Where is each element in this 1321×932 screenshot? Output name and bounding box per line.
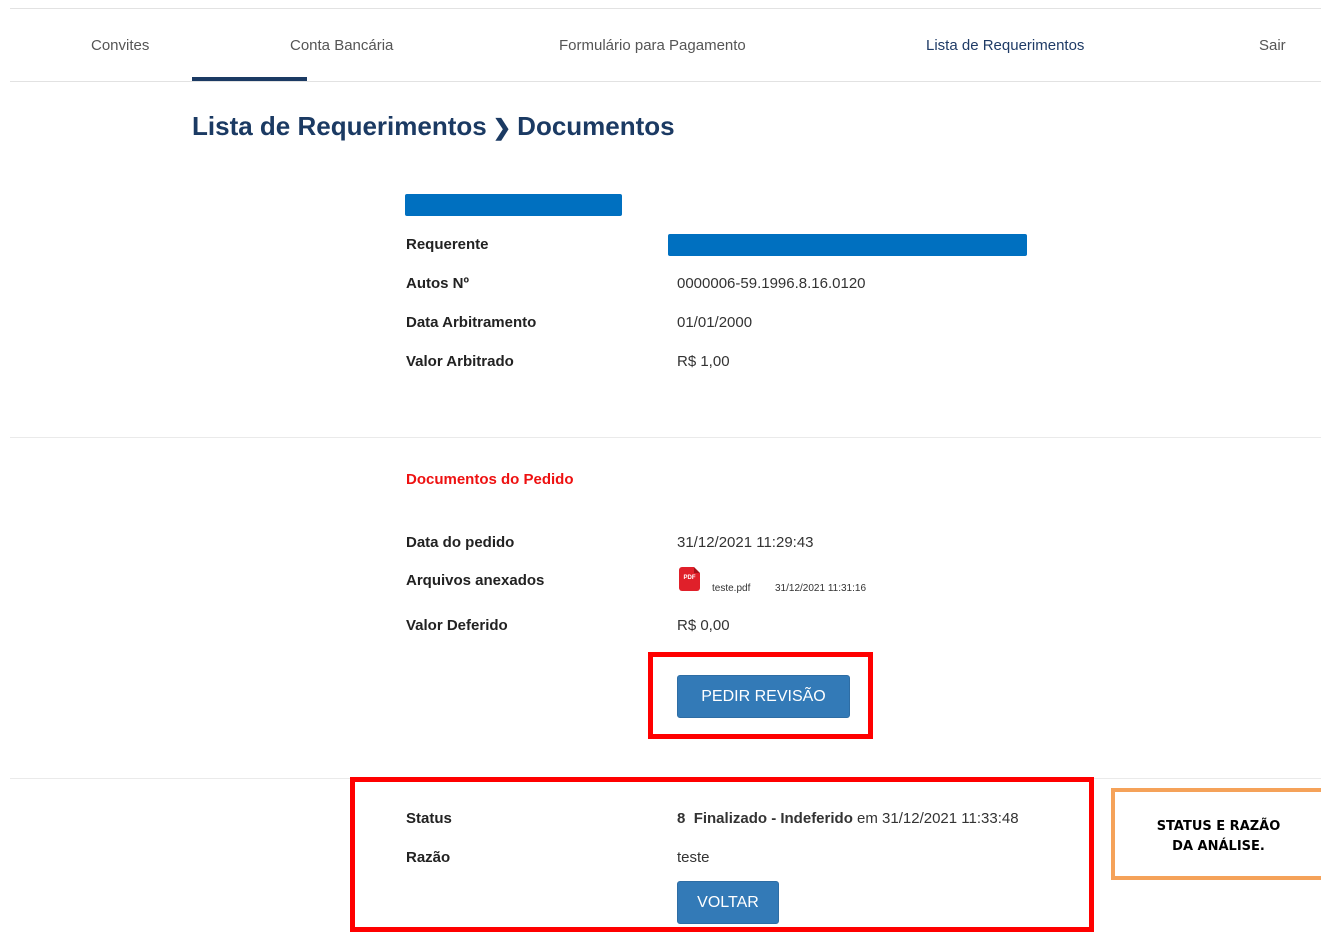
valor-arbitrado-label: Valor Arbitrado <box>406 353 514 370</box>
documentos-section-title: Documentos do Pedido <box>406 471 574 488</box>
nav-item-conta-bancaria[interactable]: Conta Bancária <box>290 37 393 55</box>
valor-deferido-value: R$ 0,00 <box>677 617 730 634</box>
annotation-callout: STATUS E RAZÃO DA ANÁLISE. <box>1111 788 1321 880</box>
data-arbitramento-value: 01/01/2000 <box>677 314 753 331</box>
page-title: Lista de Requerimentos ❯ Documentos <box>192 110 675 144</box>
attachment-date: 31/12/2021 11:31:16 <box>775 583 867 594</box>
requerente-label: Requerente <box>406 236 489 253</box>
highlight-box-status <box>350 777 1094 932</box>
attachment-file-link[interactable]: teste.pdf <box>712 583 750 594</box>
pdf-icon[interactable]: PDF <box>679 567 700 591</box>
breadcrumb-current: Documentos <box>517 111 675 141</box>
data-pedido-value: 31/12/2021 11:29:43 <box>677 534 814 551</box>
redacted-name-bar <box>405 194 622 216</box>
data-arbitramento-label: Data Arbitramento <box>406 314 537 331</box>
breadcrumb-parent[interactable]: Lista de Requerimentos <box>192 111 487 141</box>
nav-item-lista-requerimentos[interactable]: Lista de Requerimentos <box>926 37 1084 55</box>
redacted-requerente-bar <box>668 234 1027 256</box>
nav-item-sair[interactable]: Sair <box>1259 37 1286 55</box>
valor-arbitrado-value: R$ 1,00 <box>677 353 730 370</box>
nav-divider <box>10 81 1321 82</box>
annotation-callout-text: STATUS E RAZÃO DA ANÁLISE. <box>1156 819 1281 854</box>
arquivos-anexados-label: Arquivos anexados <box>406 572 545 589</box>
nav-item-formulario-pagamento[interactable]: Formulário para Pagamento <box>559 37 746 55</box>
highlight-box-pedir-revisao <box>648 652 873 739</box>
breadcrumb-separator-icon: ❯ <box>492 115 512 140</box>
valor-deferido-label: Valor Deferido <box>406 617 508 634</box>
data-pedido-label: Data do pedido <box>406 534 515 551</box>
autos-label: Autos Nº <box>406 275 469 292</box>
autos-value: 0000006-59.1996.8.16.0120 <box>677 275 866 292</box>
nav-item-convites[interactable]: Convites <box>91 37 149 55</box>
section-divider <box>10 437 1321 438</box>
top-border <box>10 8 1321 9</box>
